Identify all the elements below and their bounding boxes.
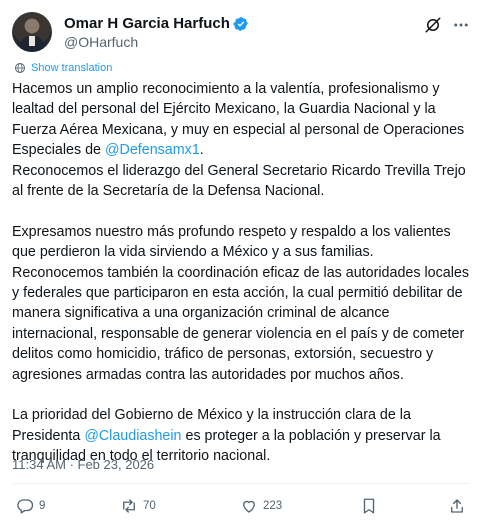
tweet-paragraph-1: Hacemos un amplio reconocimiento a la va… <box>12 79 470 161</box>
bookmark-icon <box>363 498 375 514</box>
avatar-shirt <box>29 36 35 46</box>
like-count: 223 <box>263 500 283 512</box>
reply-bubble-icon <box>17 499 34 514</box>
tweet-actions: 9 70 223 <box>12 497 470 519</box>
repost-button[interactable]: 70 <box>120 497 156 515</box>
like-button[interactable]: 223 <box>240 497 282 515</box>
mention-link-defensa[interactable]: @Defensamx1 <box>105 142 200 158</box>
more-dots-icon[interactable] <box>452 16 470 34</box>
share-upload-icon <box>451 499 463 513</box>
reply-button[interactable]: 9 <box>16 497 45 515</box>
translate-globe-icon <box>15 63 25 73</box>
reply-count: 9 <box>39 500 46 512</box>
tweet-text-1b: . <box>199 142 204 159</box>
verified-badge-icon <box>233 17 248 31</box>
tweet-body: Hacemos un amplio reconocimiento a la va… <box>12 79 470 467</box>
bookmark-button[interactable] <box>360 497 383 515</box>
heart-icon <box>243 500 255 513</box>
tweet-header: Omar H Garcia Harfuch @OHarfuch <box>12 12 470 52</box>
share-button[interactable] <box>448 497 471 515</box>
author-name[interactable]: Omar H Garcia Harfuch <box>64 15 230 33</box>
tweet-paragraph-4: Reconocemos también la coordinación efic… <box>12 264 469 383</box>
repost-count: 70 <box>143 500 156 512</box>
avatar[interactable] <box>12 12 52 52</box>
grok-icon[interactable] <box>424 16 442 34</box>
author-name-row: Omar H Garcia Harfuch <box>64 15 249 33</box>
divider <box>12 483 470 484</box>
tweet-paragraph-2: Reconocemos el liderazgo del General Sec… <box>12 162 466 200</box>
tweet-text-1a: Hacemos un amplio reconocimiento a la va… <box>12 81 465 159</box>
tweet-timestamp[interactable]: 11:34 AM · Feb 23, 2026 <box>12 457 154 472</box>
repost-arrows-icon <box>123 499 135 513</box>
author-handle[interactable]: @OHarfuch <box>64 34 138 50</box>
show-translation-label[interactable]: Show translation <box>31 62 112 74</box>
tweet-paragraph-3: Expresamos nuestro más profundo respeto … <box>12 223 451 261</box>
mention-link-claudia[interactable]: @Claudiashein <box>84 428 181 444</box>
show-translation-link[interactable]: Show translation <box>14 62 112 74</box>
